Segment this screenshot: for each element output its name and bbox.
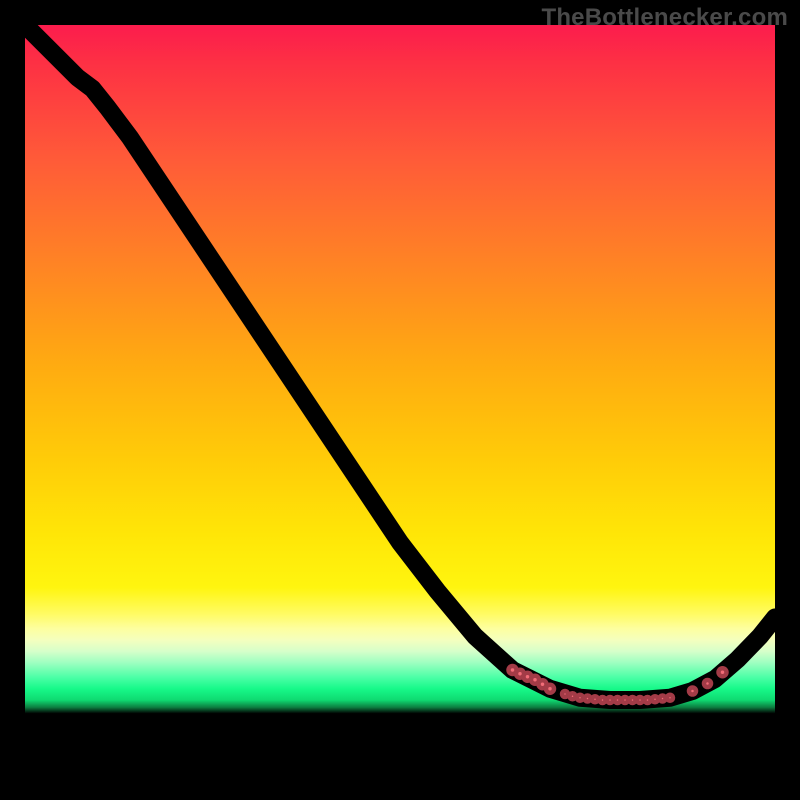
curve-marker (719, 668, 727, 676)
watermark-text: TheBottlenecker.com (541, 4, 788, 32)
bottleneck-curve (25, 25, 775, 700)
curve-marker (615, 697, 621, 703)
curve-marker (660, 696, 666, 702)
curve-marker (645, 697, 651, 703)
curve-marker (577, 695, 583, 701)
curve-marker (585, 696, 591, 702)
chart-frame: TheBottlenecker.com (0, 0, 800, 800)
plot-area (25, 25, 775, 775)
curve-marker (689, 687, 696, 694)
curve-marker (546, 685, 554, 693)
curve-marker (562, 691, 568, 697)
curve-marker (652, 696, 658, 702)
curve-marker (637, 697, 643, 703)
curve-marker (570, 693, 576, 699)
curve-marker (630, 697, 636, 703)
curve-marker (600, 697, 606, 703)
curve-marker (667, 695, 673, 701)
curve-marker (607, 697, 613, 703)
curve-marker (704, 680, 711, 687)
curve-marker (622, 697, 628, 703)
curve-layer (25, 25, 775, 775)
curve-marker (592, 696, 598, 702)
